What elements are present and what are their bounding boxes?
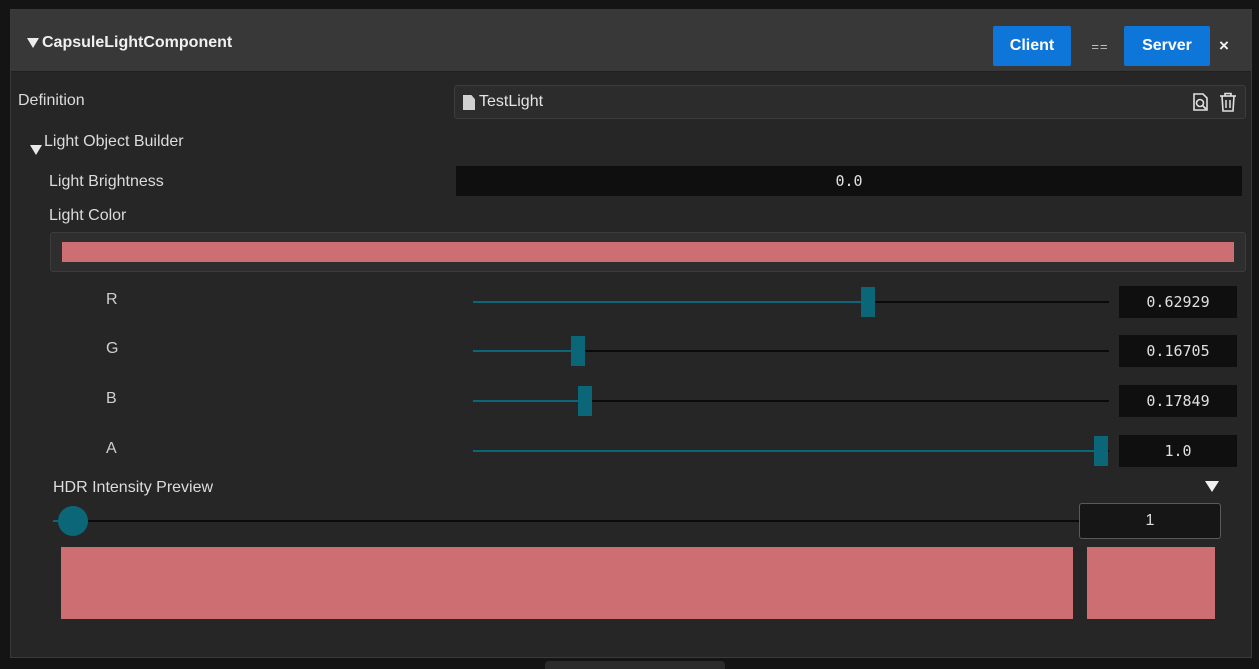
component-panel: CapsuleLightComponent Client == Server ×… <box>10 9 1252 658</box>
hdr-intensity-input[interactable]: 1 <box>1079 503 1221 539</box>
channel-slider-fill-r <box>473 301 868 303</box>
channel-slider-b[interactable] <box>473 386 1109 416</box>
definition-value: TestLight <box>479 93 544 110</box>
trash-icon[interactable] <box>1217 91 1239 113</box>
light-color-field[interactable] <box>50 232 1246 272</box>
channel-slider-fill-b <box>473 400 585 402</box>
channel-slider-fill-a <box>473 450 1101 452</box>
channel-slider-handle-g[interactable] <box>571 336 585 366</box>
light-brightness-input[interactable]: 0.0 <box>456 166 1242 196</box>
definition-label: Definition <box>18 92 85 109</box>
server-button[interactable]: Server <box>1124 26 1210 66</box>
channel-slider-handle-a[interactable] <box>1094 436 1108 466</box>
channel-label-b: B <box>106 390 117 407</box>
file-icon <box>463 95 475 110</box>
definition-field[interactable]: TestLight <box>454 85 1246 119</box>
light-object-builder-label[interactable]: Light Object Builder <box>44 133 184 151</box>
channel-slider-a[interactable] <box>473 436 1109 466</box>
channel-slider-handle-r[interactable] <box>861 287 875 317</box>
channel-label-r: R <box>106 291 118 308</box>
client-button[interactable]: Client <box>993 26 1071 66</box>
section-collapse-triangle-icon[interactable] <box>30 145 42 155</box>
hdr-dropdown-triangle-icon[interactable] <box>1205 481 1219 492</box>
channel-label-g: G <box>106 340 119 357</box>
browse-asset-icon[interactable] <box>1190 91 1212 113</box>
collapse-triangle-icon[interactable] <box>27 38 39 48</box>
bottom-scroll-tab[interactable] <box>545 661 725 669</box>
component-header[interactable]: CapsuleLightComponent Client == Server × <box>11 10 1251 72</box>
hdr-slider-knob[interactable] <box>58 506 88 536</box>
channel-slider-fill-g <box>473 350 578 352</box>
light-color-bar[interactable] <box>62 242 1234 262</box>
original-color-swatch <box>1087 547 1215 619</box>
hdr-preview-swatch <box>61 547 1073 619</box>
channel-value-input-g[interactable]: 0.16705 <box>1119 335 1237 367</box>
compare-equal-label: == <box>1091 38 1109 54</box>
channel-label-a: A <box>106 440 117 457</box>
channel-slider-handle-b[interactable] <box>578 386 592 416</box>
hdr-intensity-slider[interactable] <box>53 506 1083 536</box>
component-title: CapsuleLightComponent <box>42 34 233 51</box>
channel-value-input-a[interactable]: 1.0 <box>1119 435 1237 467</box>
close-button[interactable]: × <box>1211 26 1237 66</box>
hdr-intensity-label: HDR Intensity Preview <box>53 479 214 496</box>
channel-slider-r[interactable] <box>473 287 1109 317</box>
light-color-label: Light Color <box>49 207 127 224</box>
channel-value-input-r[interactable]: 0.62929 <box>1119 286 1237 318</box>
channel-slider-g[interactable] <box>473 336 1109 366</box>
light-brightness-label: Light Brightness <box>49 173 164 190</box>
channel-value-input-b[interactable]: 0.17849 <box>1119 385 1237 417</box>
